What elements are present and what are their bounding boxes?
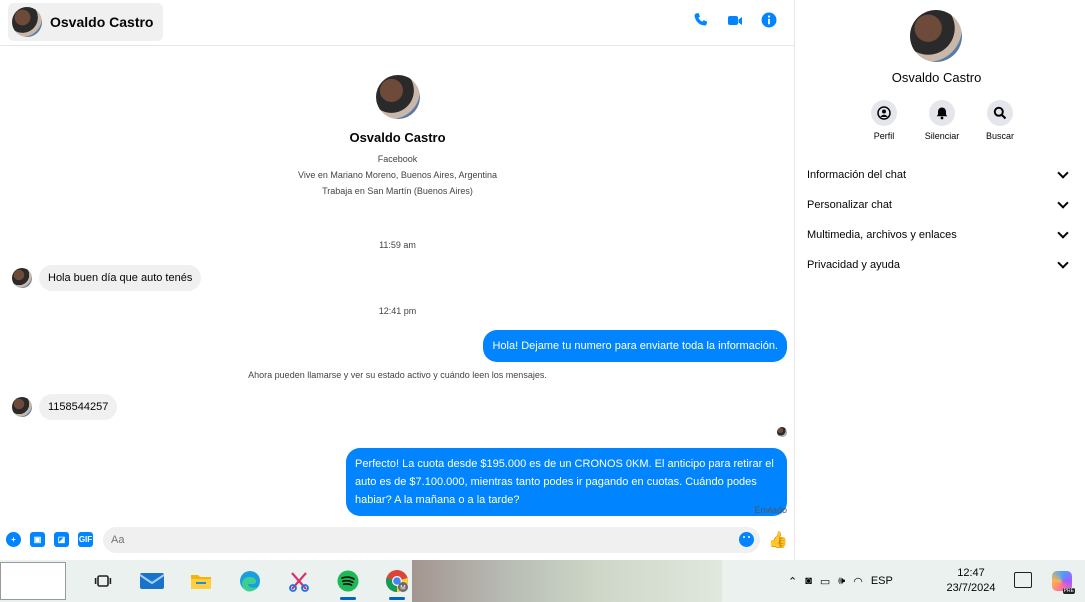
message-composer: + ▣ ◪ GIF 👍 (0, 522, 795, 560)
phone-icon[interactable] (693, 12, 709, 28)
timestamp: 11:59 am (379, 240, 416, 250)
volume-icon[interactable]: 🕪 (838, 575, 845, 588)
edge-icon[interactable] (225, 560, 274, 602)
conversation-profile: Osvaldo Castro Facebook Vive en Mariano … (0, 75, 795, 199)
section-label: Personalizar chat (807, 199, 892, 211)
mute-label: Silenciar (924, 131, 960, 141)
bell-icon (929, 100, 955, 126)
chevron-down-icon (1057, 197, 1069, 209)
taskbar-wallpaper (412, 560, 722, 602)
chevron-down-icon (1057, 227, 1069, 239)
contact-avatar (12, 7, 42, 37)
section-label: Privacidad y ayuda (807, 259, 900, 271)
plus-icon[interactable]: + (6, 532, 21, 547)
message-bubble[interactable]: 1158544257 (39, 394, 118, 420)
mute-button[interactable]: Silenciar (924, 100, 960, 141)
sender-avatar (12, 268, 32, 288)
system-note: Ahora pueden llamarse y ver su estado ac… (248, 370, 547, 380)
messenger-window: Osvaldo Castro Osvaldo Castro Facebook V… (0, 0, 1085, 560)
incoming-message: Hola buen día que auto tenés (12, 265, 202, 291)
profile-name: Osvaldo Castro (349, 130, 446, 145)
message-input[interactable] (103, 527, 760, 553)
clock[interactable]: 12:47 23/7/2024 (940, 566, 1002, 596)
section-customize-chat[interactable]: Personalizar chat (807, 190, 1069, 220)
search-icon (987, 100, 1013, 126)
seen-avatar (777, 427, 787, 437)
copilot-icon[interactable]: PRE (1052, 571, 1075, 594)
search-button[interactable]: Buscar (982, 100, 1018, 141)
timestamp: 12:41 pm (378, 306, 417, 316)
section-label: Multimedia, archivos y enlaces (807, 229, 957, 241)
section-privacy-help[interactable]: Privacidad y ayuda (807, 250, 1069, 280)
windows-taskbar: M ⌃ ◙ ▭ 🕪 ◠ ESP 12:47 23/7/2024 PRE (0, 560, 1085, 602)
chat-column: Osvaldo Castro Osvaldo Castro Facebook V… (0, 0, 795, 560)
info-avatar (910, 10, 962, 62)
incoming-message: 1158544257 (12, 394, 118, 420)
info-icon[interactable] (761, 12, 777, 28)
emoji-icon[interactable] (739, 532, 754, 547)
video-call-icon[interactable] (727, 12, 743, 28)
spotify-icon[interactable] (323, 560, 372, 602)
gif-icon[interactable]: GIF (78, 532, 93, 547)
meet-now-icon[interactable]: ◙ (805, 575, 812, 587)
profile-avatar (375, 75, 420, 119)
chrome-icon[interactable]: M (372, 560, 421, 602)
info-name: Osvaldo Castro (891, 70, 982, 85)
mail-icon[interactable] (127, 560, 176, 602)
profile-icon (871, 100, 897, 126)
taskbar-apps: M (78, 560, 421, 602)
snipping-tool-icon[interactable] (274, 560, 323, 602)
thumbs-up-icon[interactable]: 👍 (768, 530, 788, 550)
delivery-status: Enviado (754, 505, 787, 515)
profile-source: Facebook (377, 154, 418, 164)
profile-button[interactable]: Perfil (866, 100, 902, 141)
svg-text:M: M (400, 585, 405, 592)
chevron-down-icon (1057, 167, 1069, 179)
clock-date: 23/7/2024 (946, 582, 996, 594)
message-list[interactable]: Osvaldo Castro Facebook Vive en Mariano … (0, 47, 795, 522)
section-media-files[interactable]: Multimedia, archivos y enlaces (807, 220, 1069, 250)
outgoing-message[interactable]: Hola! Dejame tu numero para enviarte tod… (483, 330, 787, 362)
header-actions (693, 12, 777, 28)
sticker-icon[interactable]: ◪ (54, 532, 69, 547)
notifications-icon[interactable] (1014, 572, 1032, 588)
profile-label: Perfil (873, 131, 895, 141)
taskbar-search-box[interactable] (0, 562, 66, 600)
profile-location: Vive en Mariano Moreno, Buenos Aires, Ar… (298, 170, 497, 180)
search-label: Buscar (985, 131, 1014, 141)
section-chat-info[interactable]: Información del chat (807, 160, 1069, 190)
copilot-badge: PRE (1062, 588, 1075, 594)
profile-meta: Facebook Vive en Mariano Moreno, Buenos … (0, 151, 795, 199)
system-tray: ⌃ ◙ ▭ 🕪 ◠ ESP (788, 560, 893, 602)
info-sections: Información del chat Personalizar chat M… (807, 160, 1069, 280)
language-indicator[interactable]: ESP (871, 575, 893, 587)
info-actions: Perfil Silenciar Buscar (866, 100, 1018, 141)
task-view-icon[interactable] (78, 560, 127, 602)
profile-work: Trabaja en San Martín (Buenos Aires) (322, 186, 473, 196)
sender-avatar (12, 397, 32, 417)
section-label: Información del chat (807, 169, 907, 181)
chat-info-panel: Osvaldo Castro Perfil Silenciar Buscar I… (796, 0, 1085, 560)
contact-name: Osvaldo Castro (50, 14, 154, 30)
clock-time: 12:47 (957, 567, 985, 579)
contact-header-button[interactable]: Osvaldo Castro (8, 3, 164, 41)
image-icon[interactable]: ▣ (30, 532, 45, 547)
chevron-up-icon[interactable]: ⌃ (788, 575, 797, 588)
chevron-down-icon (1057, 257, 1069, 269)
wifi-icon[interactable]: ◠ (853, 575, 863, 588)
chat-header: Osvaldo Castro (0, 0, 795, 46)
outgoing-message[interactable]: Perfecto! La cuota desde $195.000 es de … (346, 448, 787, 516)
battery-icon[interactable]: ▭ (820, 575, 830, 588)
message-bubble[interactable]: Hola buen día que auto tenés (39, 265, 202, 291)
file-explorer-icon[interactable] (176, 560, 225, 602)
composer-actions: + ▣ ◪ GIF (6, 532, 93, 547)
